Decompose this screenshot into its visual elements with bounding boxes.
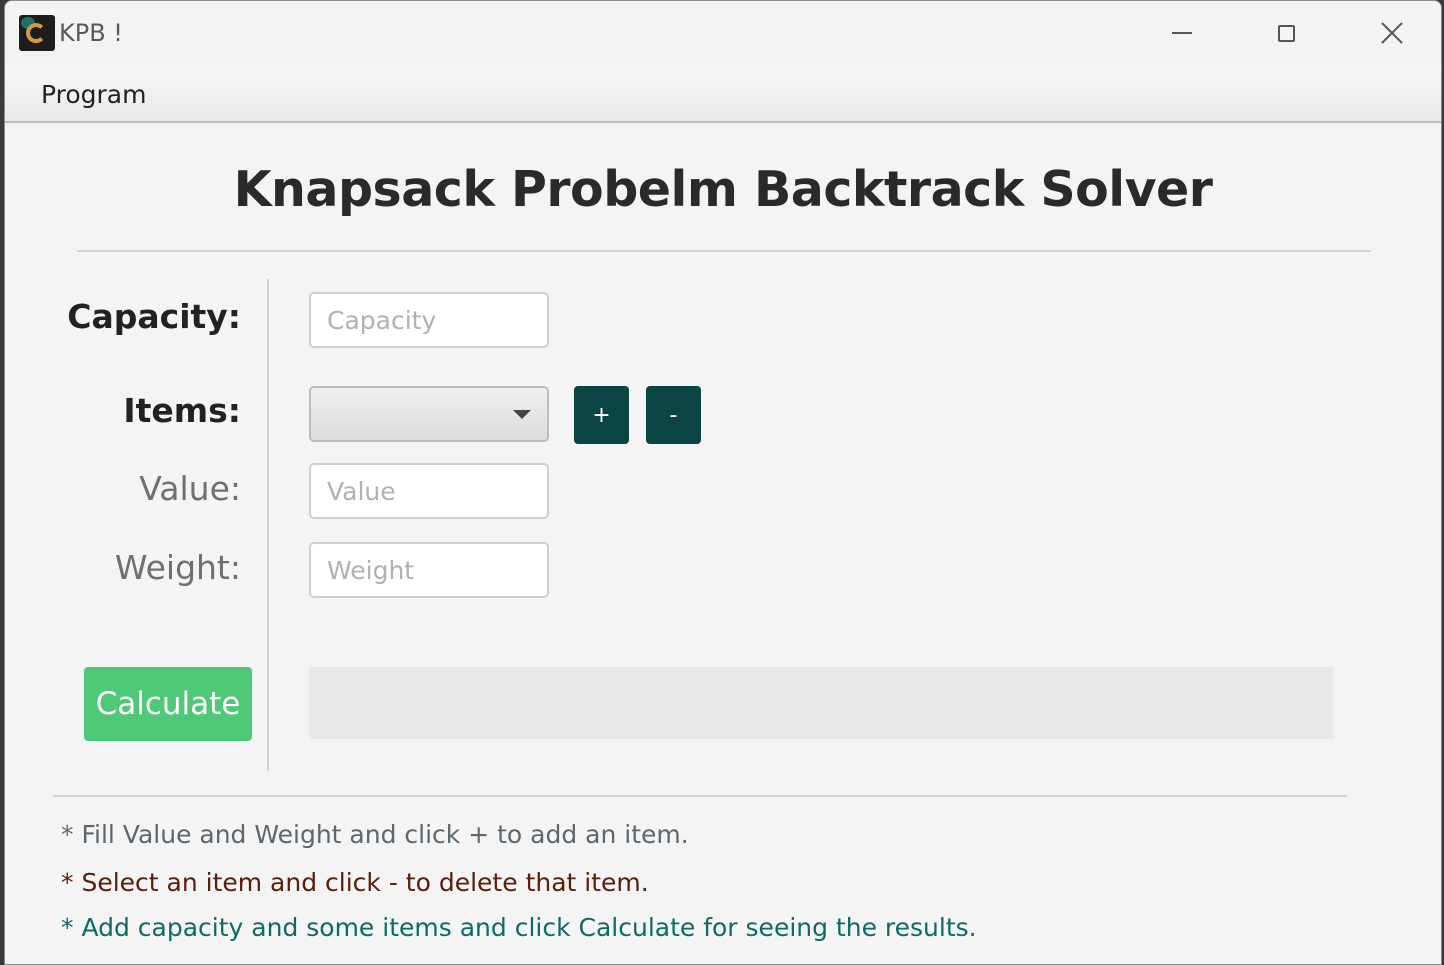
weight-input[interactable] [309,542,549,598]
items-label: Items: [123,391,241,430]
menu-bar: Program [5,65,1441,123]
maximize-icon [1278,24,1295,42]
capacity-label: Capacity: [67,297,241,336]
minimize-icon [1171,32,1192,34]
app-logo-icon [19,15,55,51]
weight-label: Weight: [114,548,241,587]
minimize-button[interactable] [1129,1,1234,65]
hint-add-item: * Fill Value and Weight and click + to a… [61,820,689,849]
result-output [309,667,1333,739]
hint-calculate: * Add capacity and some items and click … [61,913,977,942]
add-item-button[interactable]: + [574,386,629,444]
chevron-down-icon [513,410,531,419]
value-label: Value: [139,469,241,508]
items-dropdown[interactable] [309,386,549,442]
divider [77,250,1371,252]
menu-program[interactable]: Program [41,80,146,109]
calculate-button[interactable]: Calculate [84,667,252,741]
close-button[interactable] [1339,1,1441,65]
title-bar: KPB ! [5,1,1441,65]
value-input[interactable] [309,463,549,519]
page-title: Knapsack Probelm Backtrack Solver [233,161,1213,218]
vertical-divider [267,279,269,771]
capacity-input[interactable] [309,292,549,348]
app-window: KPB ! Program Knapsack Probelm Backtrack… [4,0,1442,965]
hint-delete-item: * Select an item and click - to delete t… [61,868,649,897]
remove-item-button[interactable]: - [646,386,701,444]
maximize-button[interactable] [1234,1,1339,65]
divider [53,795,1347,797]
close-icon [1380,22,1403,44]
window-title: KPB ! [59,19,123,47]
